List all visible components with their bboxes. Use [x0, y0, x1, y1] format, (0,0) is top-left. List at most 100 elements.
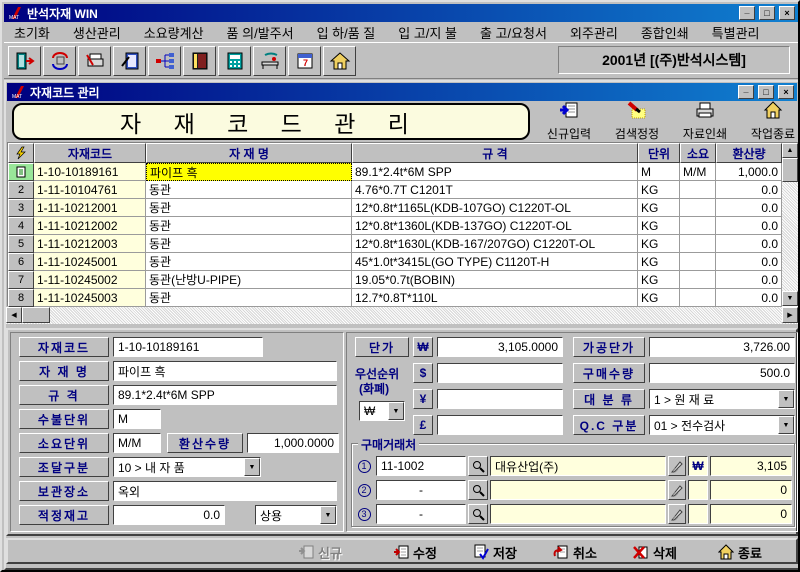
cell-req[interactable] [680, 289, 716, 307]
stock-type-select[interactable]: 상용 ▼ [255, 505, 337, 525]
chevron-down-icon[interactable]: ▼ [244, 458, 260, 476]
category-select[interactable]: 1 > 원 재 료 ▼ [649, 389, 795, 409]
cell-spec[interactable]: 89.1*2.4t*6M SPP [352, 163, 638, 181]
search-edit-button[interactable]: 검색정정 [606, 101, 668, 142]
header-name[interactable]: 자 재 명 [146, 143, 352, 163]
cell-spec[interactable]: 12*0.8t*1165L(KDB-107GO) C1220T-OL [352, 199, 638, 217]
row-indicator-icon[interactable] [8, 163, 34, 181]
cell-name[interactable]: 동관 [146, 217, 352, 235]
chevron-down-icon[interactable]: ▼ [320, 506, 336, 524]
table-row[interactable]: 3 1-11-10212001 동관 12*0.8t*1165L(KDB-107… [8, 199, 798, 217]
cell-code[interactable]: 1-11-10104761 [34, 181, 146, 199]
cell-unit[interactable]: KG [638, 289, 680, 307]
cell-name[interactable]: 동관 [146, 199, 352, 217]
table-row[interactable]: 7 1-11-10245002 동관(난방U-PIPE) 19.05*0.7t(… [8, 271, 798, 289]
vendor2-memo-button[interactable] [668, 480, 686, 500]
vertical-scroll-thumb[interactable] [782, 158, 798, 182]
cell-conv[interactable]: 0.0 [716, 217, 782, 235]
conv-qty-field[interactable]: 1,000.0000 [247, 433, 339, 453]
stock-field[interactable]: 0.0 [113, 505, 225, 525]
row-number[interactable]: 7 [8, 271, 34, 289]
menu-outsourcing[interactable]: 외주관리 [570, 23, 618, 42]
exit-button[interactable] [8, 46, 41, 76]
print-data-button[interactable]: 자료인쇄 [674, 101, 736, 142]
chevron-down-icon[interactable]: ▼ [778, 416, 794, 434]
cell-code[interactable]: 1-11-10245002 [34, 271, 146, 289]
delete-button[interactable]: 삭제 [633, 543, 677, 561]
cell-code[interactable]: 1-11-10212003 [34, 235, 146, 253]
vendor1-name-field[interactable]: 대유산업(주) [490, 456, 666, 476]
cell-code[interactable]: 1-10-10189161 [34, 163, 146, 181]
cell-conv[interactable]: 0.0 [716, 181, 782, 199]
row-number[interactable]: 3 [8, 199, 34, 217]
lightning-icon[interactable] [8, 143, 34, 163]
vendor3-price-field[interactable]: 0 [710, 504, 792, 524]
vertical-scrollbar[interactable]: ▲ ▼ [782, 143, 798, 306]
cell-code[interactable]: 1-11-10212001 [34, 199, 146, 217]
table-row[interactable]: 5 1-11-10212003 동관 12*0.8t*1630L(KDB-167… [8, 235, 798, 253]
row-number[interactable]: 6 [8, 253, 34, 271]
header-code[interactable]: 자재코드 [34, 143, 146, 163]
vendor2-name-field[interactable] [490, 480, 666, 500]
vendor3-code-field[interactable]: - [376, 504, 466, 524]
proc-price-field[interactable]: 3,726.00 [649, 337, 795, 357]
cell-unit[interactable]: KG [638, 271, 680, 289]
vendor1-price-field[interactable]: 3,105 [710, 456, 792, 476]
cell-conv[interactable]: 0.0 [716, 235, 782, 253]
vendor1-search-button[interactable] [468, 456, 488, 476]
menu-init[interactable]: 초기화 [14, 23, 50, 42]
cell-spec[interactable]: 12*0.8t*1630L(KDB-167/207GO) C1220T-OL [352, 235, 638, 253]
table-row[interactable]: 8 1-11-10245003 동관 12.7*0.8T*110L KG 0.0 [8, 289, 798, 307]
search-book-button[interactable] [113, 46, 146, 76]
vendor3-name-field[interactable] [490, 504, 666, 524]
header-spec[interactable]: 규 격 [352, 143, 638, 163]
cell-code[interactable]: 1-11-10212002 [34, 217, 146, 235]
cell-name[interactable]: 동관 [146, 253, 352, 271]
price-pound-field[interactable] [437, 415, 563, 435]
scroll-right-icon[interactable]: ▶ [782, 307, 798, 323]
req-unit-field[interactable]: M/M [113, 433, 161, 453]
cell-name-selected[interactable]: 파이프 흑 [146, 163, 352, 181]
scroll-left-icon[interactable]: ◀ [6, 307, 22, 323]
scroll-up-icon[interactable]: ▲ [782, 143, 798, 158]
cell-unit[interactable]: M [638, 163, 680, 181]
cell-req[interactable]: M/M [680, 163, 716, 181]
table-row[interactable]: 1-10-10189161 파이프 흑 89.1*2.4t*6M SPP M M… [8, 163, 798, 181]
menu-special[interactable]: 특별관리 [712, 23, 760, 42]
cell-unit[interactable]: KG [638, 181, 680, 199]
close-work-button[interactable]: 종료 [718, 543, 762, 561]
calculator-button[interactable] [218, 46, 251, 76]
row-number[interactable]: 8 [8, 289, 34, 307]
priority-currency-select[interactable]: ₩ ▼ [359, 401, 405, 421]
cell-unit[interactable]: KG [638, 253, 680, 271]
vendor2-price-field[interactable]: 0 [710, 480, 792, 500]
price-yen-field[interactable] [437, 389, 563, 409]
cell-conv[interactable]: 0.0 [716, 289, 782, 307]
table-row[interactable]: 4 1-11-10212002 동관 12*0.8t*1360L(KDB-137… [8, 217, 798, 235]
cell-req[interactable] [680, 235, 716, 253]
calendar-button[interactable]: 7 [288, 46, 321, 76]
child-close-button[interactable]: × [778, 85, 794, 99]
table-row[interactable]: 2 1-11-10104761 동관 4.76*0.7T C1201T KG 0… [8, 181, 798, 199]
horizontal-scroll-thumb[interactable] [22, 307, 50, 323]
menu-receiving-quality[interactable]: 입 하/품 질 [317, 23, 376, 42]
cell-unit[interactable]: KG [638, 235, 680, 253]
save-button[interactable]: 저장 [473, 543, 517, 561]
chevron-down-icon[interactable]: ▼ [388, 402, 404, 420]
header-req[interactable]: 소요 [680, 143, 716, 163]
menu-receipt-payment[interactable]: 입 고/지 불 [398, 23, 457, 42]
cell-unit[interactable]: KG [638, 199, 680, 217]
cell-conv[interactable]: 0.0 [716, 253, 782, 271]
cell-req[interactable] [680, 199, 716, 217]
refresh-button[interactable] [43, 46, 76, 76]
cell-req[interactable] [680, 253, 716, 271]
cell-spec[interactable]: 12*0.8t*1360L(KDB-137GO) C1220T-OL [352, 217, 638, 235]
child-minimize-button[interactable]: _ [738, 84, 754, 99]
menu-order[interactable]: 품 의/발주서 [227, 23, 294, 42]
horizontal-scrollbar[interactable]: ◀ ▶ [6, 307, 798, 324]
notebook-button[interactable] [183, 46, 216, 76]
storage-field[interactable]: 옥외 [113, 481, 337, 501]
purchase-qty-field[interactable]: 500.0 [649, 363, 795, 383]
material-code-field[interactable]: 1-10-10189161 [113, 337, 263, 357]
close-button[interactable]: × [779, 6, 795, 20]
